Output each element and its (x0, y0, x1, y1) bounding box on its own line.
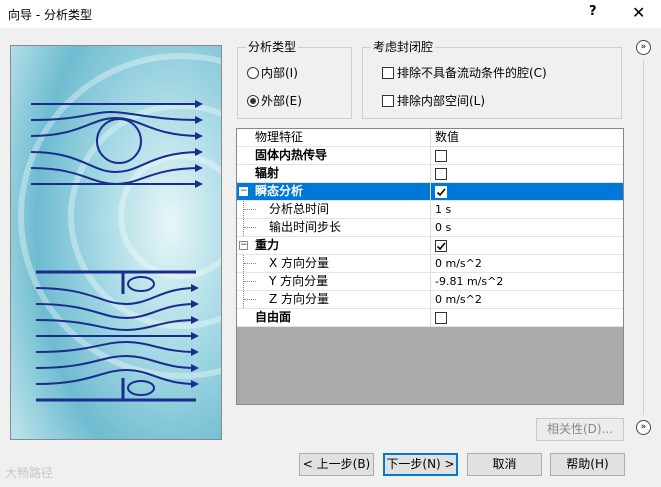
grid-row[interactable]: 输出时间步长 0 s (237, 219, 623, 237)
grid-row-value[interactable]: 0 s (435, 219, 451, 236)
grid-header-value-cell: 数值 (430, 129, 623, 146)
grid-row-value-cell[interactable]: -9.81 m/s^2 (430, 273, 623, 290)
title-bar: 向导 - 分析类型 ? ✕ (0, 0, 661, 28)
grid-row-name: 输出时间步长 (269, 220, 342, 234)
grid-row-name: 瞬态分析 (255, 184, 304, 198)
grid-row-value[interactable]: 0 m/s^2 (435, 255, 482, 272)
checked-checkbox[interactable] (435, 240, 447, 252)
exclude-internal-space-option[interactable]: 排除内部空间(L) (382, 92, 485, 109)
right-divider (643, 60, 644, 415)
watermark: 大畅路径 (5, 466, 54, 480)
window-title: 向导 - 分析类型 (8, 8, 92, 22)
chevron-right-icon[interactable]: » (636, 40, 651, 55)
tree-connector (243, 255, 257, 272)
radio-external-label: 外部(E) (261, 94, 302, 108)
grid-header-value: 数值 (435, 130, 460, 144)
radio-internal-label: 内部(I) (261, 66, 298, 80)
checked-checkbox[interactable] (435, 186, 447, 198)
cancel-button[interactable]: 取消 (467, 453, 542, 476)
radio-external-icon[interactable] (247, 95, 259, 107)
exclude-no-flow-cavity-label: 排除不具备流动条件的腔(C) (397, 66, 547, 80)
back-button[interactable]: < 上一步(B) (299, 453, 374, 476)
grid-row-name: Z 方向分量 (269, 292, 330, 306)
dependency-button[interactable]: 相关性(D)... (536, 418, 624, 441)
grid-row-value-cell[interactable] (430, 237, 623, 254)
checkbox[interactable] (435, 312, 447, 324)
grid-row[interactable]: − 重力 (237, 237, 623, 255)
grid-row-value-cell[interactable]: 0 m/s^2 (430, 255, 623, 272)
grid-row-value-cell[interactable]: 0 s (430, 219, 623, 236)
collapse-icon[interactable]: − (239, 241, 248, 250)
flow-illustration-graphic (11, 46, 221, 439)
checkbox[interactable] (435, 150, 447, 162)
grid-header-name: 物理特征 (255, 130, 304, 144)
chevron-right-icon-lower[interactable]: » (636, 420, 651, 435)
exclude-no-flow-cavity-option[interactable]: 排除不具备流动条件的腔(C) (382, 64, 547, 81)
property-grid[interactable]: 物理特征 数值 固体内热传导 辐射 − 瞬态分析 分析总时间 1 s 输出时间步长 0 s − 重… (236, 128, 624, 405)
grid-row-name: 辐射 (255, 166, 280, 180)
grid-row[interactable]: 自由面 (237, 309, 623, 327)
closed-cavity-title: 考虑封闭腔 (371, 40, 436, 54)
grid-row[interactable]: Y 方向分量 -9.81 m/s^2 (237, 273, 623, 291)
tree-connector (243, 201, 257, 218)
radio-internal-icon[interactable] (247, 67, 259, 79)
grid-row-name: 重力 (255, 238, 280, 252)
grid-row-name: X 方向分量 (269, 256, 330, 270)
grid-row-value[interactable]: 0 m/s^2 (435, 291, 482, 308)
grid-row-value[interactable]: -9.81 m/s^2 (435, 273, 503, 290)
tree-connector (243, 273, 257, 290)
grid-row-value-cell[interactable]: 1 s (430, 201, 623, 218)
flow-illustration (10, 45, 222, 440)
exclude-internal-space-label: 排除内部空间(L) (397, 94, 486, 108)
grid-row[interactable]: Z 方向分量 0 m/s^2 (237, 291, 623, 309)
exclude-internal-space-checkbox[interactable] (382, 95, 394, 107)
analysis-type-title: 分析类型 (246, 40, 299, 54)
grid-row[interactable]: X 方向分量 0 m/s^2 (237, 255, 623, 273)
grid-row-name: 固体内热传导 (255, 148, 328, 162)
tree-connector (243, 219, 257, 236)
next-button[interactable]: 下一步(N) > (383, 453, 458, 476)
grid-row-value[interactable]: 1 s (435, 201, 451, 218)
radio-internal[interactable]: 内部(I) (247, 64, 298, 81)
tree-connector (243, 291, 257, 308)
collapse-icon[interactable]: − (239, 187, 248, 196)
help-title-button[interactable]: ? (589, 4, 597, 19)
analysis-type-group: 分析类型 内部(I) 外部(E) (237, 40, 352, 119)
grid-row-name: Y 方向分量 (269, 274, 329, 288)
grid-row[interactable]: − 瞬态分析 (237, 183, 623, 201)
grid-row[interactable]: 固体内热传导 (237, 147, 623, 165)
grid-row-name: 分析总时间 (269, 202, 330, 216)
checkbox[interactable] (435, 168, 447, 180)
closed-cavity-group: 考虑封闭腔 排除不具备流动条件的腔(C) 排除内部空间(L) (362, 40, 622, 119)
grid-row[interactable]: 分析总时间 1 s (237, 201, 623, 219)
grid-row-value-cell[interactable]: 0 m/s^2 (430, 291, 623, 308)
grid-row-value-cell[interactable] (430, 183, 623, 200)
grid-row[interactable]: 辐射 (237, 165, 623, 183)
radio-external[interactable]: 外部(E) (247, 92, 302, 109)
exclude-no-flow-cavity-checkbox[interactable] (382, 67, 394, 79)
help-button[interactable]: 帮助(H) (550, 453, 625, 476)
grid-row-value-cell[interactable] (430, 309, 623, 326)
grid-header: 物理特征 数值 (237, 129, 623, 147)
close-icon[interactable]: ✕ (632, 3, 645, 22)
grid-row-value-cell[interactable] (430, 147, 623, 164)
grid-row-name: 自由面 (255, 310, 292, 324)
grid-row-value-cell[interactable] (430, 165, 623, 182)
